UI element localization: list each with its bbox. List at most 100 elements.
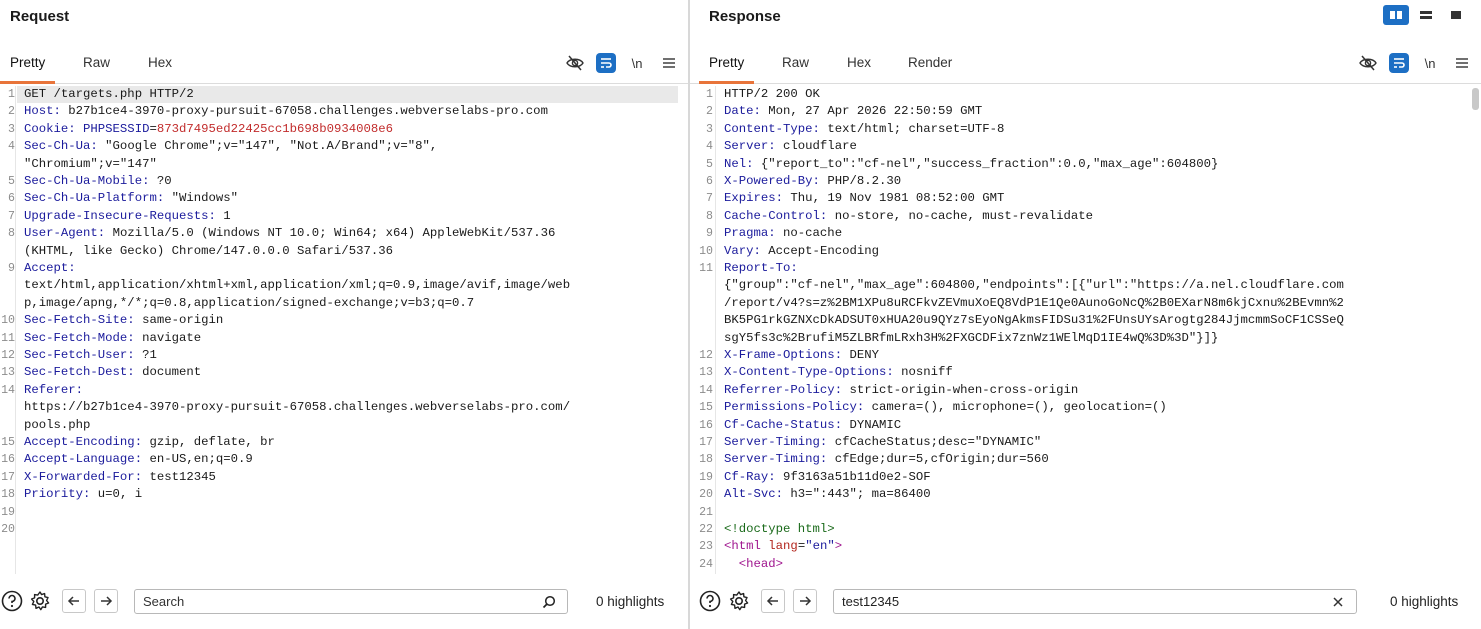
response-highlights: 0 highlights — [1390, 594, 1459, 609]
code-line: Sec-Ch-Ua-Mobile: ?0 — [24, 173, 678, 190]
line-number: 20 — [699, 488, 713, 502]
search-icon[interactable] — [541, 594, 557, 610]
request-tools: \n — [564, 52, 680, 74]
code-token: Cf-Ray: — [724, 469, 776, 484]
code-token: Nel: — [724, 156, 754, 171]
code-line: text/html,application/xhtml+xml,applicat… — [24, 277, 678, 294]
response-tabbar: Pretty Raw Hex Render \n — [690, 48, 1481, 84]
arrow-right-icon — [101, 596, 113, 606]
help-icon[interactable] — [698, 589, 722, 613]
request-pane: Request Pretty Raw Hex \n 1 GET /targets.… — [0, 0, 688, 629]
line-number: 17 — [699, 436, 713, 449]
code-token: Mozilla/5.0 (Windows NT 10.0; Win64; x64… — [105, 226, 556, 241]
eye-off-icon[interactable] — [1357, 52, 1379, 74]
line-number: 19 — [699, 470, 713, 484]
code-token: BK5PG1rkGZNXcDkADSUT0xHUA20u9QYz7sEyoNgA… — [724, 313, 1344, 328]
request-editor[interactable]: 1 GET /targets.php HTTP/2 2 Host: b27b1ce4-… — [0, 86, 688, 574]
response-tab-hex[interactable]: Hex — [837, 54, 881, 84]
response-tab-raw[interactable]: Raw — [772, 54, 819, 84]
code-line: GET /targets.php HTTP/2 — [17, 86, 678, 104]
code-token: strict-origin-when-cross-origin — [842, 382, 1079, 397]
line-number: 11 — [1, 331, 15, 345]
code-line: Server-Timing: cfEdge;dur=5,cfOrigin;dur… — [724, 451, 1471, 468]
code-token: {"group":"cf-nel","max_age":604800,"endp… — [724, 278, 1344, 293]
layout-split-icon — [1390, 11, 1402, 19]
line-number: 16 — [699, 418, 713, 432]
request-search-input[interactable] — [143, 593, 489, 610]
layout-horizontal-button[interactable] — [1413, 5, 1439, 25]
code-token: (KHTML, like Gecko) Chrome/147.0.0.0 Saf… — [24, 243, 393, 258]
response-search-input[interactable] — [842, 593, 1260, 610]
line-number: 21 — [699, 505, 713, 519]
line-number: 12 — [699, 349, 713, 362]
request-tab-raw[interactable]: Raw — [73, 54, 120, 84]
settings-icon[interactable] — [727, 589, 751, 613]
code-token: <head> — [724, 556, 784, 571]
line-number: 18 — [699, 453, 713, 467]
clear-icon[interactable] — [1330, 594, 1346, 610]
next-button[interactable] — [94, 589, 118, 613]
line-number: 12 — [1, 349, 15, 362]
settings-icon[interactable] — [28, 589, 52, 613]
code-line: Priority: u=0, i — [24, 486, 678, 503]
layout-single-button[interactable] — [1443, 5, 1469, 25]
code-token: nosniff — [893, 365, 953, 380]
code-token: Date: — [724, 104, 761, 119]
request-tab-pretty[interactable]: Pretty — [0, 54, 56, 84]
code-line: Permissions-Policy: camera=(), microphon… — [724, 399, 1471, 416]
code-line: Cache-Control: no-store, no-cache, must-… — [724, 208, 1471, 225]
arrow-right-icon — [800, 596, 812, 606]
menu-icon[interactable] — [1451, 52, 1473, 74]
code-token: <html — [724, 539, 761, 554]
response-editor[interactable]: 1 HTTP/2 200 OK 2 Date: Mon, 27 Apr 2026 22… — [690, 86, 1481, 574]
code-token: pools.php — [24, 417, 91, 432]
code-token: Cache-Control: — [724, 208, 828, 223]
code-token: ?0 — [149, 174, 172, 188]
line-number: 19 — [1, 505, 15, 519]
code-token: "Windows" — [164, 191, 239, 206]
response-tab-render[interactable]: Render — [898, 54, 962, 84]
response-scrollbar[interactable] — [1472, 88, 1479, 110]
code-line: p,image/apng,*/*;q=0.8,application/signe… — [24, 295, 678, 312]
line-number: 1 — [8, 88, 15, 101]
code-line: BK5PG1rkGZNXcDkADSUT0xHUA20u9QYz7sEyoNgA… — [724, 312, 1471, 329]
line-number: 17 — [1, 470, 15, 484]
wrap-icon[interactable] — [596, 53, 616, 73]
layout-split-button[interactable] — [1383, 5, 1409, 25]
code-token: <!doctype html> — [724, 522, 835, 536]
help-icon[interactable] — [0, 589, 24, 613]
previous-button[interactable] — [62, 589, 86, 613]
newline-toggle[interactable]: \n — [626, 52, 648, 74]
request-tab-hex[interactable]: Hex — [138, 54, 182, 84]
code-token: X-Frame-Options: — [724, 348, 843, 362]
line-number: 14 — [699, 383, 713, 397]
request-search-box — [134, 589, 568, 614]
code-token: lang — [760, 539, 798, 554]
newline-toggle[interactable]: \n — [1419, 52, 1441, 74]
eye-off-icon[interactable] — [564, 52, 586, 74]
code-token: ?1 — [134, 348, 157, 362]
code-token: Host: — [24, 104, 61, 119]
response-tab-pretty[interactable]: Pretty — [699, 54, 755, 84]
previous-button[interactable] — [761, 589, 785, 613]
code-line: https://b27b1ce4-3970-proxy-pursuit-6705… — [24, 399, 678, 416]
code-token: Sec-Fetch-Mode: — [24, 330, 135, 345]
response-code[interactable]: 1 HTTP/2 200 OK 2 Date: Mon, 27 Apr 2026 22… — [699, 86, 1471, 574]
code-token: 9f3163a51b11d0e2-SOF — [775, 469, 931, 484]
code-token: PHP/8.2.30 — [819, 174, 902, 188]
menu-icon[interactable] — [658, 52, 680, 74]
code-token: b27b1ce4-3970-proxy-pursuit-67058.challe… — [60, 104, 548, 119]
line-number: 20 — [1, 523, 15, 536]
request-title: Request — [10, 8, 70, 25]
code-token: Sec-Ch-Ua-Mobile: — [24, 174, 150, 188]
wrap-icon[interactable] — [1389, 53, 1409, 73]
code-line: Host: b27b1ce4-3970-proxy-pursuit-67058.… — [24, 103, 678, 120]
line-number: 15 — [699, 401, 713, 415]
code-token: text/html; charset=UTF-8 — [819, 121, 1005, 136]
code-line: Upgrade-Insecure-Requests: 1 — [24, 208, 678, 225]
request-code[interactable]: 1 GET /targets.php HTTP/2 2 Host: b27b1ce4-… — [1, 86, 678, 574]
next-button[interactable] — [793, 589, 817, 613]
code-line: Nel: {"report_to":"cf-nel","success_frac… — [724, 156, 1471, 173]
line-number: 2 — [8, 105, 15, 119]
code-token: GET /targets.php HTTP/2 — [24, 87, 194, 101]
